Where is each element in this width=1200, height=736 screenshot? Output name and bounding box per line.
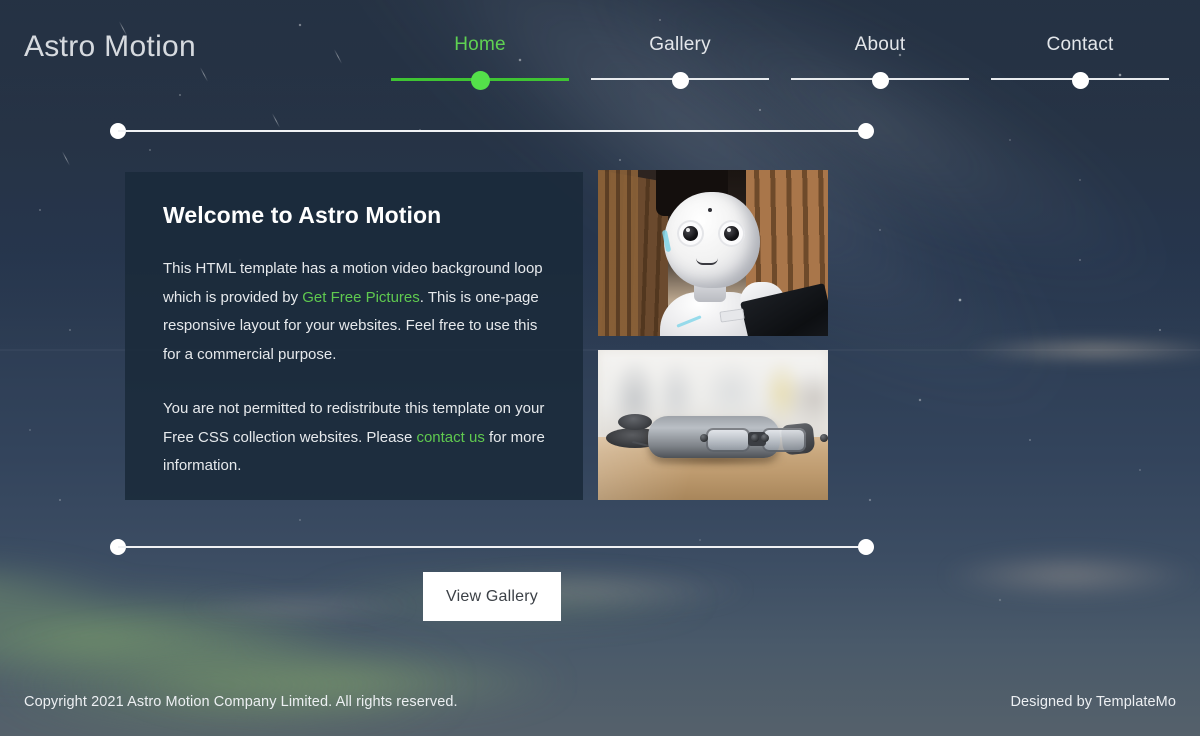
hero-image-stack [598,170,828,500]
page-stage: Astro Motion Home Gallery About Contact [0,0,1200,736]
hero-paragraph-1: This HTML template has a motion video ba… [163,255,545,369]
nav-item-gallery[interactable]: Gallery [580,32,780,92]
background-cloud-streak [880,330,1200,370]
hero-paragraph-2: You are not permitted to redistribute th… [163,395,545,481]
site-logo[interactable]: Astro Motion [24,30,196,64]
divider-rail-bottom [110,539,874,555]
page-title: Welcome to Astro Motion [163,202,442,228]
nav-dot-gallery [671,72,689,89]
nav-item-about[interactable]: About [780,32,980,92]
hero-image-goggles[interactable] [598,350,828,500]
site-footer: Copyright 2021 Astro Motion Company Limi… [0,674,1200,736]
nav-dot-contact [1071,72,1089,89]
nav-label-contact: Contact [1046,34,1114,55]
contact-us-link[interactable]: contact us [416,429,484,446]
divider-knob-right-icon [858,539,874,555]
footer-copyright: Copyright 2021 Astro Motion Company Limi… [24,694,458,710]
hero-section: Welcome to Astro Motion This HTML templa… [125,170,828,500]
get-free-pictures-link[interactable]: Get Free Pictures [302,289,420,306]
view-gallery-button[interactable]: View Gallery [423,572,561,621]
hero-text-panel: Welcome to Astro Motion This HTML templa… [125,172,583,500]
divider-line [118,130,866,132]
divider-line [118,546,866,548]
nav-dot-about [871,72,889,89]
hero-image-robot[interactable] [598,170,828,336]
main-navigation: Home Gallery About Contact [380,32,1180,92]
divider-rail-top [110,123,874,139]
nav-label-gallery: Gallery [649,34,711,55]
background-cloud-streak [150,585,450,629]
goggles-photo-illustration [598,350,828,500]
nav-item-contact[interactable]: Contact [980,32,1180,92]
site-header: Astro Motion Home Gallery About Contact [0,0,1200,100]
nav-label-about: About [854,34,906,55]
background-cloud-streak [900,540,1200,610]
nav-dot-home [470,71,490,90]
divider-knob-right-icon [858,123,874,139]
robot-photo-illustration [598,170,828,336]
nav-item-home[interactable]: Home [380,32,580,92]
footer-credit[interactable]: Designed by TemplateMo [1010,694,1176,710]
nav-label-home: Home [454,34,506,55]
